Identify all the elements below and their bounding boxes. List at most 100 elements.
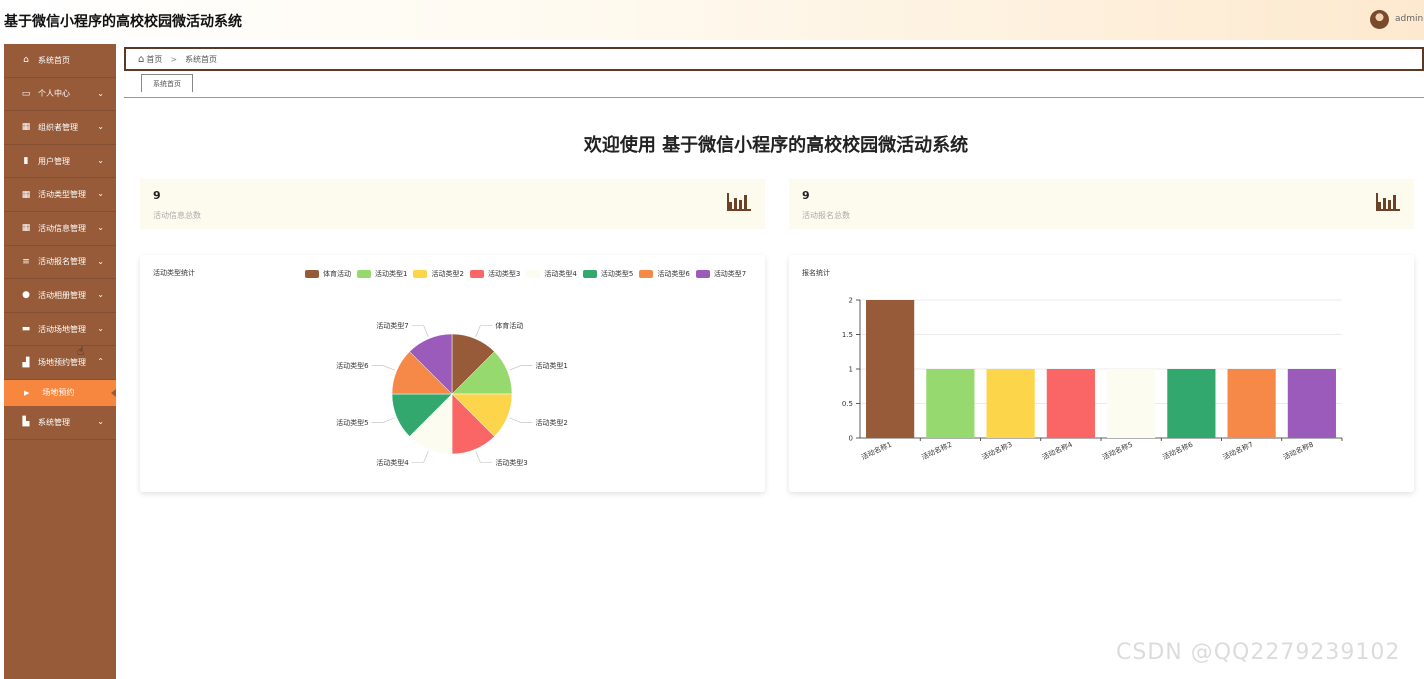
pie-label-line: [371, 365, 395, 371]
clipboard-icon: ▮: [23, 156, 29, 167]
sidebar-item-label: 系统管理: [38, 417, 70, 427]
home-icon[interactable]: ⌂: [138, 54, 144, 65]
bar[interactable]: [1046, 369, 1095, 438]
x-tick-label: 活动名称1: [860, 440, 893, 462]
stat-card-activity-info: 9 活动信息总数: [140, 179, 765, 229]
username-label[interactable]: admin: [1395, 14, 1423, 24]
chevron-down-icon: ⌄: [97, 88, 104, 98]
chevron-down-icon: ⌄: [97, 122, 104, 132]
home-icon: ⌂: [23, 55, 29, 66]
list-icon: ≡: [22, 256, 30, 267]
stat-card-registration: 9 活动报名总数: [789, 179, 1414, 229]
pie-label-line: [411, 325, 429, 337]
sidebar-item-label: 活动信息管理: [38, 223, 86, 233]
pie-label: 活动类型5: [336, 418, 368, 427]
app-title: 基于微信小程序的高校校园微活动系统: [4, 14, 242, 30]
pie-label-line: [411, 451, 429, 463]
bar[interactable]: [1287, 369, 1336, 438]
pie-chart-panel: 活动类型统计 体育活动 活动类型1 活动类型2 活动类型3 活动类型4 活动类型5 活动类型…: [140, 255, 765, 492]
id-card-icon: ▭: [21, 88, 31, 99]
pie-label: 体育活动: [495, 321, 523, 330]
pie-label-line: [509, 417, 533, 423]
pie-label: 活动类型2: [535, 418, 567, 427]
sidebar-item-home[interactable]: ⌂ 系统首页: [4, 44, 116, 78]
sidebar-item-venue-booking-management[interactable]: ▟ 场地预约管理 ⌃: [4, 346, 116, 380]
sidebar-item-personal-center[interactable]: ▭ 个人中心 ⌄: [4, 78, 116, 112]
x-tick-label: 活动名称4: [1040, 439, 1074, 461]
x-tick-label: 活动名称6: [1161, 439, 1195, 461]
pie-label-line: [371, 417, 395, 423]
user-avatar[interactable]: [1370, 10, 1389, 29]
tab-bar: 系统首页: [124, 73, 1424, 98]
sidebar-item-activity-registration-management[interactable]: ≡ 活动报名管理 ⌄: [4, 246, 116, 280]
sidebar-item-label: 活动类型管理: [38, 190, 86, 200]
monitor-icon: ▬: [21, 324, 31, 335]
sidebar-item-label: 活动场地管理: [38, 324, 86, 334]
bar[interactable]: [1227, 369, 1276, 438]
grid-icon: ▦: [21, 223, 31, 234]
sidebar-item-activity-info-management[interactable]: ▦ 活动信息管理 ⌄: [4, 212, 116, 246]
sidebar-subitem-label: 场地预约: [42, 388, 75, 398]
caret-right-icon: ▶: [24, 388, 30, 397]
sidebar-item-label: 用户管理: [38, 156, 70, 166]
welcome-heading: 欢迎使用 基于微信小程序的高校校园微活动系统: [583, 135, 969, 156]
sidebar-subitem-venue-booking[interactable]: ▶ 场地预约: [4, 379, 116, 406]
pie-label: 活动类型6: [336, 361, 369, 370]
active-indicator: [111, 388, 116, 397]
pie-label: 活动类型3: [495, 458, 527, 467]
bar-chart-panel: 报名统计 0 0.5 1 1.5 2 活动名称1 活动名称2 活动名称3 活动名称4 活动名称5 活…: [789, 255, 1414, 492]
breadcrumb: ⌂ 首页 > 系统首页: [124, 47, 1424, 71]
bar-chart-icon: ▟: [22, 357, 30, 368]
pie-label: 活动类型4: [376, 458, 409, 467]
chevron-down-icon: ⌄: [97, 189, 104, 199]
breadcrumb-current: 系统首页: [185, 54, 218, 64]
x-tick-label: 活动名称2: [920, 440, 953, 462]
bar-chart: 0 0.5 1 1.5 2 活动名称1 活动名称2 活动名称3 活动名称4 活动名称5 活动名称6 活…: [842, 297, 1343, 462]
stat-value: 9: [153, 189, 161, 202]
breadcrumb-home[interactable]: 首页: [146, 54, 162, 65]
bar[interactable]: [866, 300, 915, 438]
chevron-down-icon: ⌄: [97, 290, 104, 300]
x-tick-label: 活动名称8: [1281, 440, 1314, 462]
sidebar-item-label: 场地预约管理: [38, 358, 86, 368]
pie-label: 活动类型7: [376, 321, 408, 330]
chevron-down-icon: ⌄: [97, 155, 104, 165]
watermark: CSDN @QQ2279239102: [1116, 640, 1401, 665]
bar[interactable]: [1167, 369, 1216, 438]
pie-label: 活动类型1: [535, 361, 567, 370]
pie-label-line: [475, 325, 493, 337]
grid-icon: ▦: [21, 189, 31, 200]
y-tick-label: 1.5: [842, 331, 853, 339]
thumbs-up-icon: ▙: [22, 417, 30, 428]
sidebar-item-system-management[interactable]: ▙ 系统管理 ⌄: [4, 406, 116, 440]
x-tick-label: 活动名称5: [1101, 440, 1134, 462]
chevron-down-icon: ⌄: [97, 323, 104, 333]
top-header: 基于微信小程序的高校校园微活动系统 admin: [0, 0, 1424, 40]
pie-chart: 体育活动活动类型1 活动类型2 活动类型3 活动类型4 活动类型5 活动类型6 活动类型7: [336, 321, 568, 467]
bar-chart-icon: [1376, 193, 1400, 211]
bar-chart-icon: [727, 193, 751, 211]
bar[interactable]: [926, 369, 975, 438]
breadcrumb-separator: >: [170, 54, 178, 64]
pie-label-line: [509, 365, 533, 371]
chevron-up-icon: ⌃: [97, 357, 104, 367]
pie-label-line: [475, 451, 493, 463]
sidebar-item-label: 个人中心: [38, 89, 70, 99]
y-tick-label: 1: [849, 366, 853, 374]
stat-label: 活动信息总数: [153, 211, 201, 220]
chevron-down-icon: ⌄: [97, 222, 104, 232]
x-tick-label: 活动名称7: [1221, 440, 1254, 462]
tab-system-home[interactable]: 系统首页: [141, 74, 193, 92]
sidebar-item-activity-type-management[interactable]: ▦ 活动类型管理 ⌄: [4, 178, 116, 212]
sidebar-item-venue-management[interactable]: ▬ 活动场地管理 ⌄: [4, 313, 116, 347]
x-tick-label: 活动名称3: [980, 440, 1013, 462]
bar[interactable]: [1107, 369, 1156, 438]
sidebar-item-activity-album-management[interactable]: ● 活动相册管理 ⌄: [4, 279, 116, 313]
bar[interactable]: [986, 369, 1035, 438]
sidebar-item-label: 系统首页: [38, 55, 70, 65]
chevron-down-icon: ⌄: [97, 416, 104, 426]
y-tick-label: 0.5: [842, 400, 853, 408]
chevron-down-icon: ⌄: [97, 256, 104, 266]
y-tick-label: 2: [849, 297, 853, 305]
hand-cursor-icon: ☝: [77, 344, 85, 358]
